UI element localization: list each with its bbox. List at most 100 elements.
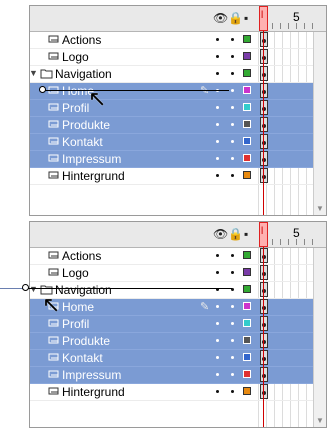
scroll-down-icon[interactable]: ▼ xyxy=(316,416,324,425)
layer-row[interactable]: Kontakt xyxy=(30,134,326,151)
lock-toggle[interactable] xyxy=(231,72,234,75)
keyframe[interactable] xyxy=(260,384,268,399)
keyframe[interactable] xyxy=(260,168,268,183)
visibility-toggle[interactable] xyxy=(216,373,219,376)
lock-toggle[interactable] xyxy=(231,89,234,92)
scroll-down-icon[interactable]: ▼ xyxy=(316,204,324,213)
lock-icon[interactable]: 🔒 xyxy=(228,227,243,241)
outline-color-swatch[interactable] xyxy=(243,154,251,162)
lock-toggle[interactable] xyxy=(231,174,234,177)
lock-toggle[interactable] xyxy=(231,356,234,359)
layer-row[interactable]: Kontakt xyxy=(30,350,326,367)
visibility-toggle[interactable] xyxy=(216,72,219,75)
visibility-toggle[interactable] xyxy=(216,140,219,143)
frame-ruler[interactable] xyxy=(272,23,318,29)
outline-color-swatch[interactable] xyxy=(243,319,251,327)
lock-toggle[interactable] xyxy=(231,305,234,308)
outline-color-swatch[interactable] xyxy=(243,336,251,344)
visibility-toggle[interactable] xyxy=(216,305,219,308)
expand-triangle-icon[interactable]: ▼ xyxy=(30,68,38,78)
lock-toggle[interactable] xyxy=(231,123,234,126)
layer-row[interactable]: Home ✎ xyxy=(30,299,326,316)
keyframe[interactable] xyxy=(260,248,268,263)
outline-color-swatch[interactable] xyxy=(243,69,251,77)
keyframe[interactable] xyxy=(260,265,268,280)
outline-color-swatch[interactable] xyxy=(243,120,251,128)
frame-ruler[interactable] xyxy=(272,239,318,245)
keyframe[interactable] xyxy=(260,134,268,149)
outline-color-swatch[interactable] xyxy=(243,387,251,395)
outline-color-swatch[interactable] xyxy=(243,353,251,361)
outline-icon[interactable]: ▪ xyxy=(244,11,248,25)
playhead[interactable]: l xyxy=(259,222,268,247)
layer-row[interactable]: Produkte xyxy=(30,333,326,350)
outline-color-swatch[interactable] xyxy=(243,285,251,293)
outline-color-swatch[interactable] xyxy=(243,268,251,276)
lock-toggle[interactable] xyxy=(231,106,234,109)
keyframe[interactable] xyxy=(260,367,268,382)
keyframe[interactable] xyxy=(260,49,268,64)
vertical-scrollbar[interactable]: ▼ xyxy=(313,32,326,215)
layer-row[interactable]: Hintergrund xyxy=(30,168,326,185)
layer-row[interactable]: Actions xyxy=(30,32,326,49)
layer-row[interactable]: Profil xyxy=(30,316,326,333)
eye-icon[interactable]: 👁 xyxy=(213,11,228,25)
outline-color-swatch[interactable] xyxy=(243,52,251,60)
expand-triangle-icon[interactable]: ▼ xyxy=(30,284,38,294)
visibility-toggle[interactable] xyxy=(216,38,219,41)
keyframe[interactable] xyxy=(260,299,268,314)
outline-color-swatch[interactable] xyxy=(243,137,251,145)
layer-row[interactable]: Actions xyxy=(30,248,326,265)
layer-row[interactable]: Home ✎ xyxy=(30,83,326,100)
lock-toggle[interactable] xyxy=(231,390,234,393)
visibility-toggle[interactable] xyxy=(216,322,219,325)
keyframe[interactable] xyxy=(260,32,268,47)
visibility-toggle[interactable] xyxy=(216,106,219,109)
outline-color-swatch[interactable] xyxy=(243,251,251,259)
lock-toggle[interactable] xyxy=(231,373,234,376)
layer-row[interactable]: Hintergrund xyxy=(30,384,326,401)
visibility-toggle[interactable] xyxy=(216,55,219,58)
lock-toggle[interactable] xyxy=(231,55,234,58)
layer-row[interactable]: Logo xyxy=(30,49,326,66)
lock-toggle[interactable] xyxy=(231,157,234,160)
visibility-toggle[interactable] xyxy=(216,123,219,126)
keyframe[interactable] xyxy=(260,83,268,98)
layer-row[interactable]: Produkte xyxy=(30,117,326,134)
layer-row[interactable]: Logo xyxy=(30,265,326,282)
keyframe[interactable] xyxy=(260,282,268,297)
visibility-toggle[interactable] xyxy=(216,254,219,257)
visibility-toggle[interactable] xyxy=(216,339,219,342)
layer-row[interactable]: Impressum xyxy=(30,367,326,384)
keyframe[interactable] xyxy=(260,66,268,81)
outline-color-swatch[interactable] xyxy=(243,35,251,43)
lock-toggle[interactable] xyxy=(231,38,234,41)
keyframe[interactable] xyxy=(260,350,268,365)
lock-icon[interactable]: 🔒 xyxy=(228,11,243,25)
visibility-toggle[interactable] xyxy=(216,271,219,274)
keyframe[interactable] xyxy=(260,316,268,331)
visibility-toggle[interactable] xyxy=(216,157,219,160)
outline-color-swatch[interactable] xyxy=(243,370,251,378)
lock-toggle[interactable] xyxy=(231,322,234,325)
layer-row[interactable]: Profil xyxy=(30,100,326,117)
keyframe[interactable] xyxy=(260,151,268,166)
lock-toggle[interactable] xyxy=(231,339,234,342)
playhead[interactable]: l xyxy=(259,6,268,31)
layer-row[interactable]: ▼ Navigation xyxy=(30,66,326,83)
outline-color-swatch[interactable] xyxy=(243,302,251,310)
layer-row[interactable]: Impressum xyxy=(30,151,326,168)
outline-color-swatch[interactable] xyxy=(243,86,251,94)
visibility-toggle[interactable] xyxy=(216,174,219,177)
lock-toggle[interactable] xyxy=(231,271,234,274)
outline-icon[interactable]: ▪ xyxy=(244,227,248,241)
visibility-toggle[interactable] xyxy=(216,356,219,359)
lock-toggle[interactable] xyxy=(231,254,234,257)
eye-icon[interactable]: 👁 xyxy=(213,227,228,241)
keyframe[interactable] xyxy=(260,333,268,348)
lock-toggle[interactable] xyxy=(231,140,234,143)
vertical-scrollbar[interactable]: ▼ xyxy=(313,248,326,427)
visibility-toggle[interactable] xyxy=(216,390,219,393)
layer-row[interactable]: ▼ Navigation xyxy=(30,282,326,299)
outline-color-swatch[interactable] xyxy=(243,103,251,111)
